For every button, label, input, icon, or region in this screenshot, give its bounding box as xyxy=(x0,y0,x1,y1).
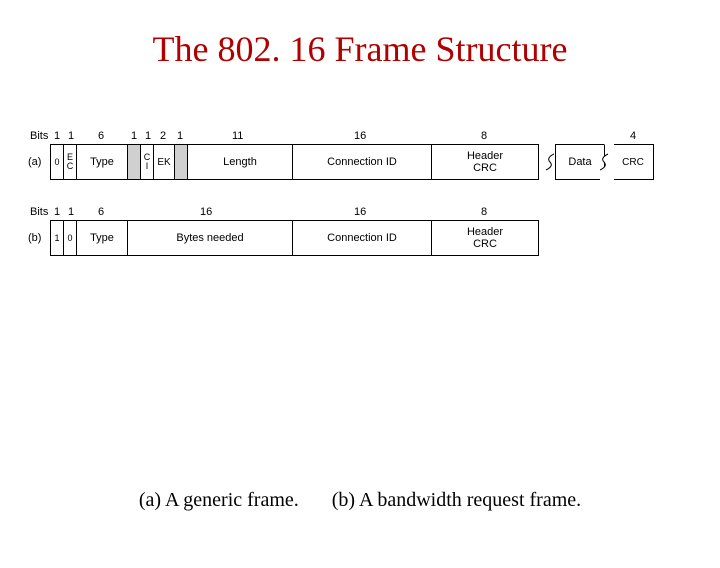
bits-row-b: 1 1 6 16 16 8 xyxy=(0,206,720,220)
field-b-first: 1 xyxy=(50,220,64,256)
field-a-crc: CRC xyxy=(612,144,654,180)
bit-a-8: 16 xyxy=(354,130,366,142)
field-a-type: Type xyxy=(76,144,128,180)
field-a-length: Length xyxy=(187,144,293,180)
row-label-b: (b) xyxy=(28,232,41,244)
break-icon-right xyxy=(600,132,614,192)
field-a-data: Data xyxy=(555,144,605,180)
caption-a: (a) A generic frame. xyxy=(139,489,299,511)
page-title: The 802. 16 Frame Structure xyxy=(0,28,720,70)
field-a-gray1 xyxy=(127,144,141,180)
bit-b-0: 1 xyxy=(54,206,60,218)
field-b-second: 0 xyxy=(63,220,77,256)
bit-a-1: 1 xyxy=(68,130,74,142)
bit-a-6: 1 xyxy=(177,130,183,142)
bit-a-0: 1 xyxy=(54,130,60,142)
field-a-ci: C I xyxy=(140,144,154,180)
bit-a-4: 1 xyxy=(145,130,151,142)
bit-a-10: 4 xyxy=(630,130,636,142)
field-a-gray2 xyxy=(174,144,188,180)
bit-a-9: 8 xyxy=(481,130,487,142)
captions: (a) A generic frame. (b) A bandwidth req… xyxy=(0,489,720,512)
row-label-a: (a) xyxy=(28,156,41,168)
bit-a-3: 1 xyxy=(131,130,137,142)
field-a-hcrc: Header CRC xyxy=(431,144,539,180)
bit-a-2: 6 xyxy=(98,130,104,142)
break-icon-left xyxy=(540,132,554,192)
diagram-area: Bits 1 1 6 1 1 2 1 11 16 8 4 (a) 0 E C T… xyxy=(0,130,720,330)
bit-b-2: 6 xyxy=(98,206,104,218)
bit-b-1: 1 xyxy=(68,206,74,218)
field-a-ec: E C xyxy=(63,144,77,180)
caption-b: (b) A bandwidth request frame. xyxy=(332,489,581,511)
field-a-ek: EK xyxy=(153,144,175,180)
bit-b-5: 8 xyxy=(481,206,487,218)
field-a-first: 0 xyxy=(50,144,64,180)
field-a-connid: Connection ID xyxy=(292,144,432,180)
bit-a-5: 2 xyxy=(160,130,166,142)
field-b-hcrc: Header CRC xyxy=(431,220,539,256)
field-b-bytes: Bytes needed xyxy=(127,220,293,256)
field-b-type: Type xyxy=(76,220,128,256)
bit-a-7: 11 xyxy=(232,130,243,142)
bit-b-3: 16 xyxy=(200,206,212,218)
bit-b-4: 16 xyxy=(354,206,366,218)
field-b-connid: Connection ID xyxy=(292,220,432,256)
